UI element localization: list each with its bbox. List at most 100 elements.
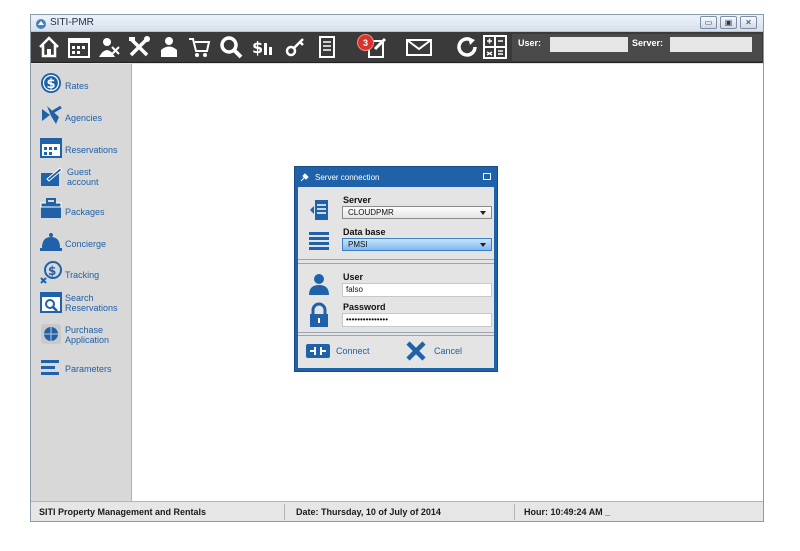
search-calendar-icon <box>39 290 63 314</box>
user-input[interactable]: falso <box>342 283 492 297</box>
bell-icon <box>39 229 63 253</box>
search-icon[interactable] <box>219 35 243 59</box>
sidebar-item-purchase-application[interactable]: Purchase Application <box>31 320 131 348</box>
svg-text:$: $ <box>47 77 56 92</box>
minimize-button[interactable]: ▭ <box>700 16 717 29</box>
main-toolbar: $ 3 User: Server: <box>31 32 763 63</box>
mail-icon[interactable] <box>405 35 433 59</box>
sidebar-item-guest-account[interactable]: Guest account <box>31 163 131 191</box>
sidebar-item-rates[interactable]: $ Rates <box>31 69 131 97</box>
close-icon <box>404 341 428 361</box>
dialog-divider <box>298 263 494 264</box>
title-bar: SITI-PMR ▭ ▣ ✕ <box>31 15 763 32</box>
person-icon[interactable] <box>157 35 181 59</box>
status-date: Date: Thursday, 10 of July of 2014 <box>296 507 441 517</box>
server-connection-dialog: Server connection Server CLOUDPMR Data b… <box>294 166 498 372</box>
tools-icon[interactable] <box>127 35 151 59</box>
server-icon <box>306 197 332 223</box>
password-label: Password <box>343 302 386 312</box>
calculator-icon[interactable] <box>483 35 507 59</box>
document-icon[interactable] <box>315 35 339 59</box>
notification-badge: 3 <box>357 34 374 51</box>
database-label: Data base <box>343 227 386 237</box>
status-bar: SITI Property Management and Rentals Dat… <box>31 501 763 521</box>
connect-button[interactable]: Connect <box>306 339 376 363</box>
database-select-value: PMSI <box>348 240 368 249</box>
sidebar-item-label: Agencies <box>65 113 103 123</box>
restore-button[interactable]: ▣ <box>720 16 737 29</box>
server-select[interactable]: CLOUDPMR <box>342 206 492 219</box>
session-info: User: Server: <box>512 34 762 61</box>
server-label: Server: <box>632 38 664 48</box>
connection-icon <box>300 172 310 182</box>
dialog-body: Server CLOUDPMR Data base PMSI User fals… <box>298 187 494 368</box>
agencies-icon[interactable] <box>97 35 121 59</box>
dialog-divider <box>298 335 494 336</box>
user-icon <box>306 271 332 297</box>
dialog-divider <box>298 332 494 333</box>
user-label: User: <box>518 38 542 48</box>
sidebar-item-label: Purchase <box>65 325 104 335</box>
user-value <box>550 37 628 52</box>
status-hour: Hour: 10:49:24 AM _ <box>524 507 611 517</box>
sidebar-item-tracking[interactable]: $ Tracking <box>31 258 131 286</box>
window-title: SITI-PMR <box>50 17 94 28</box>
money-icon[interactable]: $ <box>251 35 275 59</box>
svg-text:$: $ <box>252 38 263 57</box>
dollar-icon: $ <box>39 71 63 95</box>
sidebar-item-label: Parameters <box>65 364 112 374</box>
user-label: User <box>343 272 364 282</box>
calendar-icon <box>39 135 63 159</box>
refresh-icon[interactable] <box>455 35 479 59</box>
sidebar-item-label-line2: Reservations <box>65 303 118 313</box>
database-icon <box>306 227 332 253</box>
chevron-down-icon <box>480 243 486 247</box>
password-input[interactable]: ••••••••••••••• <box>342 313 492 327</box>
sidebar-item-parameters[interactable]: Parameters <box>31 354 131 382</box>
status-separator <box>284 504 285 520</box>
package-icon <box>39 197 63 221</box>
guest-account-icon <box>39 165 63 189</box>
tracking-icon: $ <box>39 260 63 284</box>
dialog-title-bar: Server connection <box>295 167 497 187</box>
sidebar-item-packages[interactable]: Packages <box>31 195 131 223</box>
dialog-divider <box>298 259 494 260</box>
sidebar-item-label: Search <box>65 293 94 303</box>
database-select[interactable]: PMSI <box>342 238 492 251</box>
lock-icon <box>306 302 332 328</box>
calendar-icon[interactable] <box>67 35 91 59</box>
cancel-label: Cancel <box>434 346 463 356</box>
sidebar-item-label-line2: Application <box>65 335 110 345</box>
sidebar-item-search-reservations[interactable]: Search Reservations <box>31 288 131 316</box>
plane-icon <box>39 103 63 127</box>
sidebar-item-reservations[interactable]: Reservations <box>31 133 131 161</box>
sidebar-item-label: Rates <box>65 81 89 91</box>
cart-icon[interactable] <box>187 35 211 59</box>
cancel-button[interactable]: Cancel <box>404 339 474 363</box>
sidebar-item-label: Guest <box>67 167 92 177</box>
sidebar: $ Rates Agencies Reservations Guest acco… <box>31 64 132 501</box>
sidebar-item-label: Tracking <box>65 270 100 280</box>
sidebar-item-concierge[interactable]: Concierge <box>31 227 131 255</box>
server-value <box>670 37 752 52</box>
sidebar-item-label: Concierge <box>65 239 107 249</box>
keys-icon[interactable] <box>283 35 307 59</box>
home-icon[interactable] <box>37 35 61 59</box>
chevron-down-icon <box>480 211 486 215</box>
status-separator <box>514 504 515 520</box>
server-label: Server <box>343 195 372 205</box>
server-select-value: CLOUDPMR <box>348 208 394 217</box>
globe-icon <box>39 322 63 346</box>
list-icon <box>39 356 63 380</box>
dialog-title: Server connection <box>315 173 380 182</box>
status-app-name: SITI Property Management and Rentals <box>39 507 207 517</box>
sidebar-item-label-line2: account <box>67 177 99 187</box>
plug-icon <box>306 341 330 361</box>
close-button[interactable]: ✕ <box>740 16 757 29</box>
app-logo-icon <box>35 17 47 29</box>
sidebar-item-label: Packages <box>65 207 105 217</box>
connect-label: Connect <box>336 346 370 356</box>
dialog-maximize-button[interactable] <box>483 173 491 180</box>
svg-text:$: $ <box>48 264 56 278</box>
sidebar-item-agencies[interactable]: Agencies <box>31 101 131 129</box>
